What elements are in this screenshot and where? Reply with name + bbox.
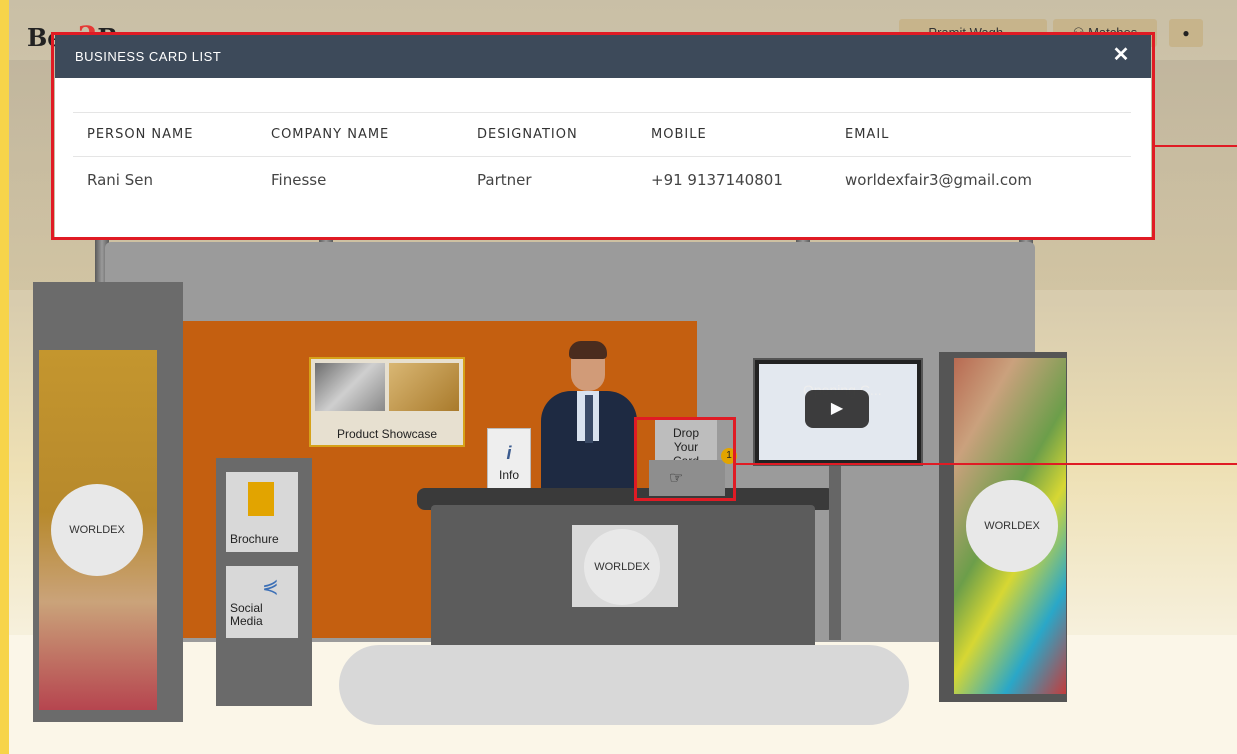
info-icon: i xyxy=(506,443,512,463)
booth-representative xyxy=(537,341,641,490)
worldex-logo: WORLDEX xyxy=(584,529,660,605)
drop-card-highlight xyxy=(634,417,736,501)
showcase-label: Product Showcase xyxy=(336,427,438,441)
share-icon: ⋞ xyxy=(262,576,279,598)
info-board[interactable]: i Info xyxy=(487,428,531,492)
play-icon[interactable]: ▶ xyxy=(805,390,869,428)
screenshot-frame: Bee2Bee Pramit Wagh ⌄ ⚇ Matches ● WORLDE… xyxy=(0,0,1237,754)
brochure-label: Brochure xyxy=(230,532,279,546)
annotation-pointer xyxy=(733,463,1237,465)
tv-stand xyxy=(829,460,841,640)
brochure-panel[interactable]: Brochure xyxy=(226,472,298,552)
booth-base xyxy=(339,645,909,725)
tie xyxy=(585,395,593,443)
social-media-panel[interactable]: ⋞ Social Media xyxy=(226,566,298,638)
counter-logo: WORLDEX xyxy=(572,525,678,607)
left-fabric-banner[interactable]: WORLDEX xyxy=(39,350,157,710)
video-screen[interactable]: Opening C... ▶ xyxy=(753,358,923,466)
fabric-image xyxy=(389,363,459,411)
social-label: Social Media xyxy=(230,601,263,628)
brochure-stand: Brochure ⋞ Social Media xyxy=(216,458,312,706)
chat-icon: ● xyxy=(1182,26,1190,40)
hair xyxy=(569,341,607,359)
brochure-icon xyxy=(248,482,274,516)
right-fabric-banner[interactable]: WORLDEX xyxy=(954,358,1066,694)
worldex-logo: WORLDEX xyxy=(966,480,1058,572)
info-label: Info xyxy=(498,468,519,482)
chat-button[interactable]: ● xyxy=(1169,19,1203,47)
fabric-image xyxy=(315,363,385,411)
product-showcase[interactable]: Product Showcase xyxy=(309,357,465,447)
modal-highlight xyxy=(51,32,1155,240)
annotation-pointer xyxy=(1155,145,1237,147)
worldex-logo: WORLDEX xyxy=(51,484,143,576)
